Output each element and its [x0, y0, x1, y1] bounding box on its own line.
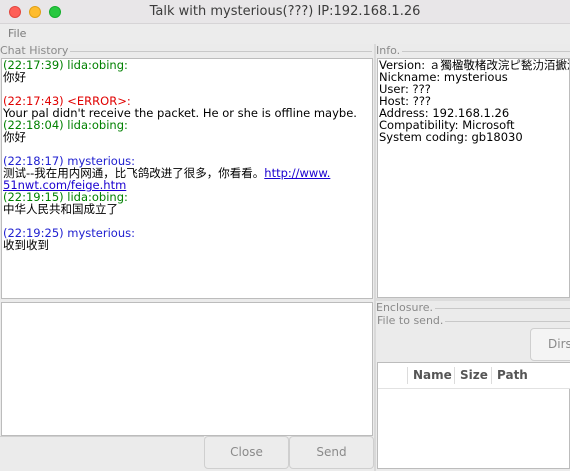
message-body: 中华人民共和国成立了: [3, 202, 118, 216]
info-label: Info.: [376, 44, 403, 57]
info-pane: Version: ａ獨楹敬楮改浣ピ甃氻洦擨滃 Nickname: mysteri…: [377, 58, 570, 298]
chat-history-divider: [66, 51, 372, 52]
file-to-send-label: File to send.: [377, 314, 446, 327]
dirs-button[interactable]: Dirs: [530, 328, 570, 361]
message-body: 你好: [3, 70, 26, 84]
close-button[interactable]: Close: [204, 436, 289, 469]
column-header-path[interactable]: Path: [491, 363, 561, 388]
info-divider: [401, 51, 570, 52]
column-header-size[interactable]: Size: [454, 363, 491, 388]
column-header-name[interactable]: Name: [407, 363, 454, 388]
message-header: (22:19:25) mysterious:: [3, 226, 135, 240]
menu-bar: File: [0, 24, 570, 44]
message-link[interactable]: http://www.: [264, 166, 330, 180]
chat-history-label: Chat History: [0, 44, 71, 57]
message-input[interactable]: [1, 302, 373, 436]
window-title: Talk with mysterious(???) IP:192.168.1.2…: [149, 4, 421, 19]
enclosure-divider: [433, 308, 570, 309]
title-bar: Talk with mysterious(???) IP:192.168.1.2…: [0, 0, 570, 24]
message-header: (22:17:39) lida:obing:: [3, 58, 128, 72]
file-to-send-divider: [443, 321, 570, 322]
message-body: 你好: [3, 130, 26, 144]
message-header: (22:18:04) lida:obing:: [3, 118, 128, 132]
button-strip: [0, 436, 204, 469]
vertical-splitter[interactable]: [374, 44, 376, 471]
chat-history-pane[interactable]: (22:17:39) lida:obing: 你好 (22:17:43) <ER…: [1, 58, 373, 299]
info-system-coding: System coding: gb18030: [379, 130, 523, 144]
enclosure-label: Enclosure.: [376, 301, 436, 314]
file-table[interactable]: Name Size Path: [377, 362, 570, 469]
menu-file[interactable]: File: [8, 27, 26, 40]
message-body: 收到收到: [3, 238, 49, 252]
file-table-header: Name Size Path: [378, 363, 570, 389]
send-button[interactable]: Send: [289, 436, 374, 469]
